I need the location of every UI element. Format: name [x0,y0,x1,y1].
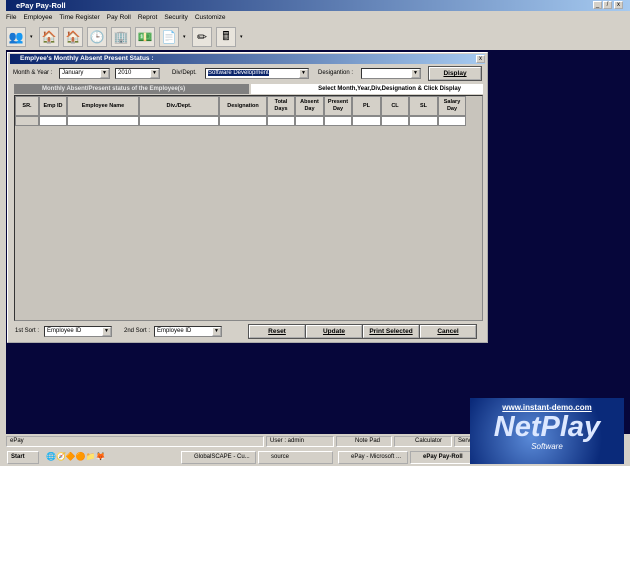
month-year-label: Month & Year : [13,70,53,76]
row-header-cell[interactable] [15,116,39,126]
quick-launch-icons[interactable]: 🌐🧭🔶🟠📁🦊 [46,452,106,461]
menu-bar: File Employee Time Register Pay Roll Rep… [6,12,226,23]
status-user: User : admin [266,436,334,447]
designation-select[interactable]: ▼ [361,68,421,79]
dropdown-arrow-icon[interactable]: ▾ [240,34,245,40]
col-designation[interactable]: Designation [219,96,267,116]
close-button[interactable]: x [614,1,623,9]
month-value: January [62,70,84,76]
div-select[interactable]: Software Development ▼ [205,68,309,79]
report-icon[interactable]: 📄 [159,27,179,47]
sort1-label: 1st Sort : [15,328,40,334]
money-icon[interactable]: 💵 [135,27,155,47]
hint-text: Select Month,Year,Div,Designation & Clic… [251,84,483,94]
designation-label: Desigantion : [318,70,354,76]
time-in-icon[interactable]: 🏠 [39,27,59,47]
grid-cell[interactable] [67,116,139,126]
menu-security[interactable]: Security [164,12,187,23]
building-icon[interactable]: 🏢 [111,27,131,47]
task-globalscape[interactable]: GlobalSCAPE - Cu... [181,451,256,464]
menu-reprot[interactable]: Reprot [138,12,158,23]
chevron-down-icon[interactable]: ▼ [100,69,109,78]
clock-icon[interactable]: 🕒 [87,27,107,47]
grid-cell[interactable] [219,116,267,126]
sort1-select[interactable]: Employee ID ▼ [44,326,112,337]
grid-cell[interactable] [438,116,466,126]
menu-customize[interactable]: Customize [195,12,226,23]
netplay-logo: www.instant-demo.com NetPlay Software [470,398,624,464]
employee-icon[interactable]: 👥 [6,27,26,47]
div-value: Software Development [208,70,269,76]
time-out-icon[interactable]: 🏠 [63,27,83,47]
reset-button[interactable]: Reset [248,324,306,339]
task-source[interactable]: source [258,451,333,464]
menu-employee[interactable]: Employee [23,12,52,23]
grid-cell[interactable] [381,116,409,126]
title-bar: ePay Pay-Roll [6,0,630,11]
minimize-button[interactable]: _ [593,1,602,9]
notepad-icon[interactable]: ✏ [192,27,212,47]
col-emp-id[interactable]: Emp ID [39,96,67,116]
calculator-shortcut[interactable]: Calculator [394,436,452,447]
year-value: 2010 [118,70,132,76]
start-button[interactable]: Start [7,451,39,464]
grid-cell[interactable] [352,116,381,126]
display-button[interactable]: Display [428,66,482,81]
section-title: Monthly Absent/Present status of the Emp… [14,84,249,94]
dropdown-arrow-icon[interactable]: ▾ [183,34,188,40]
cancel-button[interactable]: Cancel [419,324,477,339]
col-sl[interactable]: SL [409,96,438,116]
employee-grid[interactable]: SR. Emp ID Employee Name Div./Dept. Desi… [14,95,483,321]
app-window: ePay Pay-Roll _ ̸ x File Employee Time R… [0,0,630,466]
chevron-down-icon[interactable]: ▼ [299,69,308,78]
menu-pay-roll[interactable]: Pay Roll [107,12,131,23]
col-cl[interactable]: CL [381,96,409,116]
toolbar: 👥 ▾ 🏠 🏠 🕒 🏢 💵 📄 ▾ ✏ 🖩 ▾ [6,24,245,50]
col-absent-day[interactable]: Absent Day [295,96,324,116]
task-epay-payroll[interactable]: ePay Pay-Roll [410,451,474,464]
col-present-day[interactable]: Present Day [324,96,352,116]
col-pl[interactable]: PL [352,96,381,116]
status-app: ePay [6,436,264,447]
dropdown-arrow-icon[interactable]: ▾ [30,34,35,40]
logo-name: NetPlay [493,411,601,443]
print-selected-button[interactable]: Print Selected [362,324,420,339]
col-sr[interactable]: SR. [15,96,39,116]
grid-cell[interactable] [39,116,67,126]
div-label: Div/Dept. [172,70,197,76]
calculator-icon[interactable]: 🖩 [216,27,236,47]
col-employee-name[interactable]: Employee Name [67,96,139,116]
grid-cell[interactable] [295,116,324,126]
menu-time-register[interactable]: Time Register [59,12,99,23]
grid-cell[interactable] [139,116,219,126]
chevron-down-icon[interactable]: ▼ [102,327,111,336]
sort2-label: 2nd Sort : [124,328,151,334]
absent-present-dialog: Emplyee's Monthly Absent Present Status … [7,52,488,343]
task-epay-microsoft[interactable]: ePay - Microsoft ... [338,451,408,464]
sort1-value: Employee ID [47,328,82,334]
dialog-close-button[interactable]: x [476,55,485,63]
col-div-dept[interactable]: Div./Dept. [139,96,219,116]
sort2-select[interactable]: Employee ID ▼ [154,326,222,337]
notepad-shortcut[interactable]: Note Pad [336,436,392,447]
year-select[interactable]: 2010 ▼ [115,68,160,79]
chevron-down-icon[interactable]: ▼ [411,69,420,78]
col-total-days[interactable]: Total Days [267,96,295,116]
grid-cell[interactable] [409,116,438,126]
dialog-title: Emplyee's Monthly Absent Present Status … [10,54,485,64]
logo-sub: Software [531,442,563,451]
month-select[interactable]: January ▼ [59,68,110,79]
chevron-down-icon[interactable]: ▼ [150,69,159,78]
sort2-value: Employee ID [157,328,192,334]
grid-cell[interactable] [324,116,352,126]
col-salary-day[interactable]: Salary Day [438,96,466,116]
maximize-button[interactable]: ̸ [603,1,612,9]
grid-cell[interactable] [267,116,295,126]
chevron-down-icon[interactable]: ▼ [212,327,221,336]
update-button[interactable]: Update [305,324,363,339]
menu-file[interactable]: File [6,12,16,23]
